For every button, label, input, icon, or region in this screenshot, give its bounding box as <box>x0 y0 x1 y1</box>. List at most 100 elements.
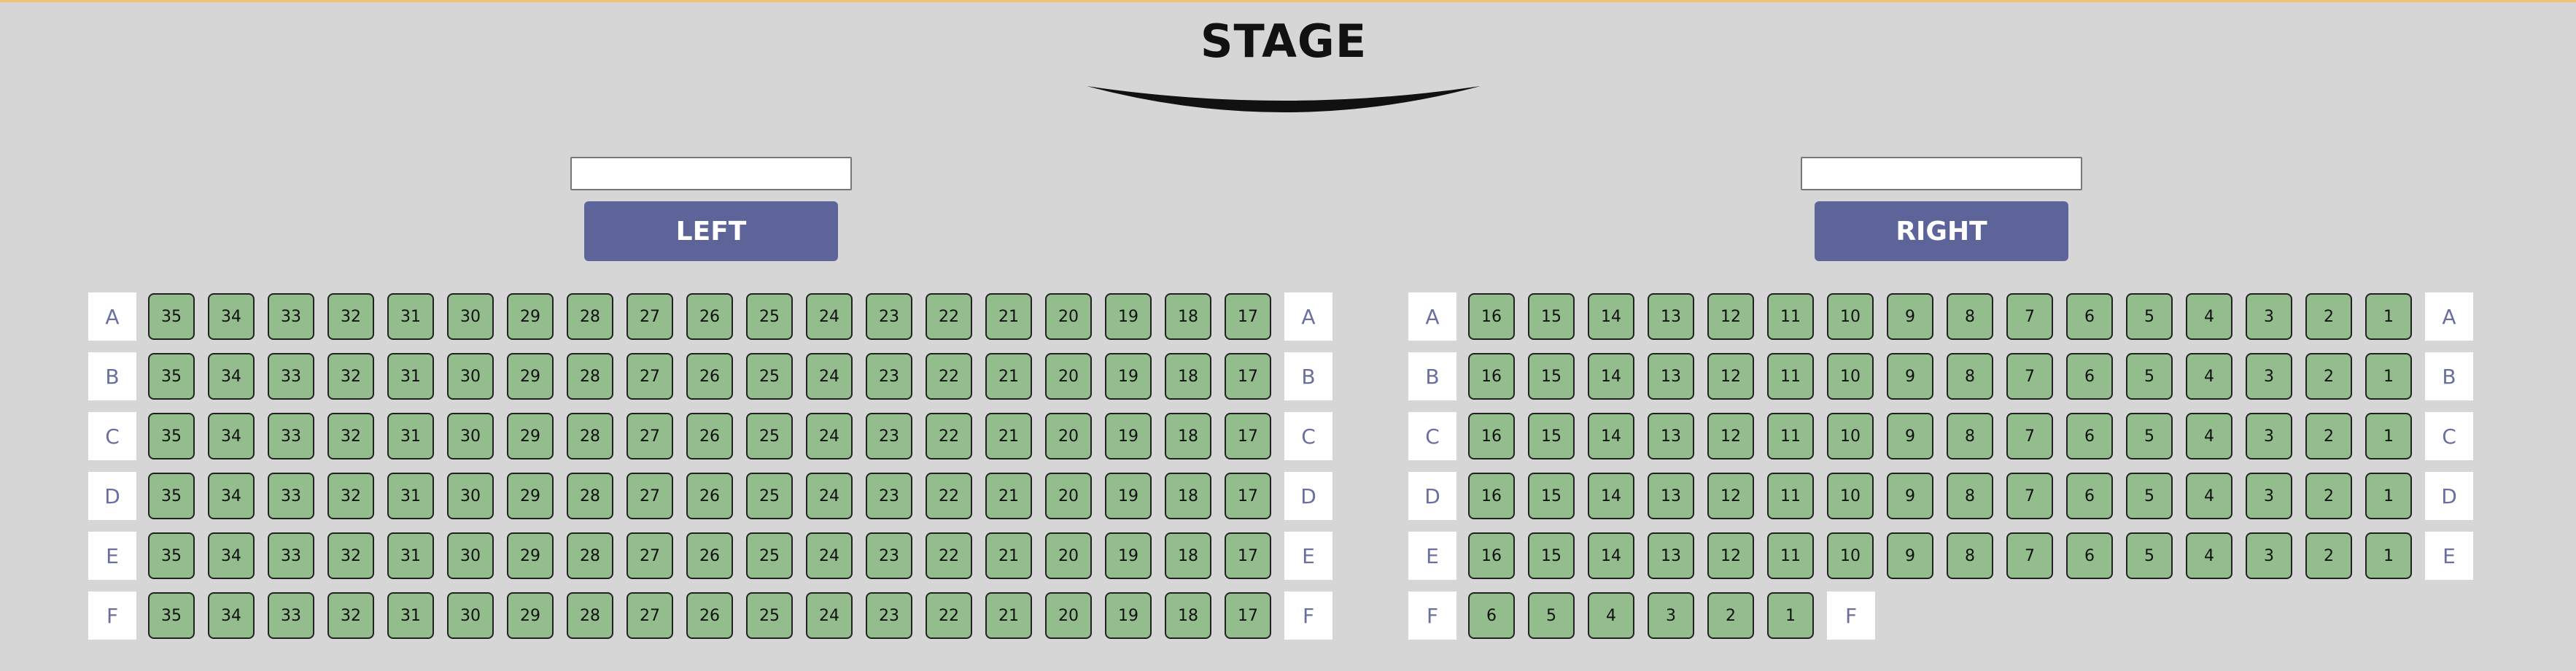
right-section-button[interactable]: RIGHT <box>1815 201 2068 261</box>
seat-f-30[interactable]: 30 <box>447 592 494 639</box>
seat-d-27[interactable]: 27 <box>626 473 673 519</box>
seat-d-14[interactable]: 14 <box>1588 473 1634 519</box>
seat-e-2[interactable]: 2 <box>2305 532 2352 579</box>
seat-e-14[interactable]: 14 <box>1588 532 1634 579</box>
seat-a-30[interactable]: 30 <box>447 293 494 340</box>
seat-e-17[interactable]: 17 <box>1225 532 1271 579</box>
seat-c-33[interactable]: 33 <box>268 413 314 459</box>
seat-d-26[interactable]: 26 <box>686 473 733 519</box>
seat-e-33[interactable]: 33 <box>268 532 314 579</box>
seat-f-32[interactable]: 32 <box>327 592 374 639</box>
seat-a-7[interactable]: 7 <box>2006 293 2053 340</box>
seat-e-29[interactable]: 29 <box>507 532 554 579</box>
seat-d-21[interactable]: 21 <box>985 473 1032 519</box>
seat-c-1[interactable]: 1 <box>2365 413 2412 459</box>
seat-b-17[interactable]: 17 <box>1225 353 1271 400</box>
seat-a-10[interactable]: 10 <box>1827 293 1874 340</box>
seat-c-35[interactable]: 35 <box>148 413 195 459</box>
seat-b-31[interactable]: 31 <box>387 353 434 400</box>
seat-d-23[interactable]: 23 <box>866 473 912 519</box>
seat-f-28[interactable]: 28 <box>567 592 613 639</box>
seat-f-2[interactable]: 2 <box>1707 592 1754 639</box>
seat-e-13[interactable]: 13 <box>1648 532 1694 579</box>
seat-b-30[interactable]: 30 <box>447 353 494 400</box>
seat-c-28[interactable]: 28 <box>567 413 613 459</box>
seat-e-31[interactable]: 31 <box>387 532 434 579</box>
seat-d-2[interactable]: 2 <box>2305 473 2352 519</box>
seat-a-31[interactable]: 31 <box>387 293 434 340</box>
seat-a-24[interactable]: 24 <box>806 293 853 340</box>
seat-c-22[interactable]: 22 <box>926 413 972 459</box>
seat-b-12[interactable]: 12 <box>1707 353 1754 400</box>
seat-b-25[interactable]: 25 <box>746 353 793 400</box>
seat-b-1[interactable]: 1 <box>2365 353 2412 400</box>
seat-c-20[interactable]: 20 <box>1045 413 1092 459</box>
seat-a-3[interactable]: 3 <box>2246 293 2292 340</box>
seat-e-35[interactable]: 35 <box>148 532 195 579</box>
seat-a-1[interactable]: 1 <box>2365 293 2412 340</box>
seat-c-32[interactable]: 32 <box>327 413 374 459</box>
seat-a-25[interactable]: 25 <box>746 293 793 340</box>
seat-e-30[interactable]: 30 <box>447 532 494 579</box>
seat-a-27[interactable]: 27 <box>626 293 673 340</box>
seat-e-26[interactable]: 26 <box>686 532 733 579</box>
seat-e-34[interactable]: 34 <box>208 532 255 579</box>
seat-a-35[interactable]: 35 <box>148 293 195 340</box>
seat-d-3[interactable]: 3 <box>2246 473 2292 519</box>
seat-c-4[interactable]: 4 <box>2186 413 2232 459</box>
seat-c-13[interactable]: 13 <box>1648 413 1694 459</box>
seat-e-9[interactable]: 9 <box>1887 532 1933 579</box>
seat-b-4[interactable]: 4 <box>2186 353 2232 400</box>
seat-c-14[interactable]: 14 <box>1588 413 1634 459</box>
seat-d-33[interactable]: 33 <box>268 473 314 519</box>
seat-f-1[interactable]: 1 <box>1767 592 1814 639</box>
seat-e-24[interactable]: 24 <box>806 532 853 579</box>
seat-b-18[interactable]: 18 <box>1165 353 1211 400</box>
seat-f-17[interactable]: 17 <box>1225 592 1271 639</box>
seat-a-28[interactable]: 28 <box>567 293 613 340</box>
seat-d-34[interactable]: 34 <box>208 473 255 519</box>
seat-d-24[interactable]: 24 <box>806 473 853 519</box>
seat-b-10[interactable]: 10 <box>1827 353 1874 400</box>
left-section-input[interactable] <box>570 157 852 190</box>
seat-d-17[interactable]: 17 <box>1225 473 1271 519</box>
seat-b-6[interactable]: 6 <box>2066 353 2113 400</box>
seat-c-5[interactable]: 5 <box>2126 413 2173 459</box>
seat-b-3[interactable]: 3 <box>2246 353 2292 400</box>
seat-a-19[interactable]: 19 <box>1105 293 1152 340</box>
seat-e-28[interactable]: 28 <box>567 532 613 579</box>
seat-c-9[interactable]: 9 <box>1887 413 1933 459</box>
seat-c-18[interactable]: 18 <box>1165 413 1211 459</box>
seat-c-30[interactable]: 30 <box>447 413 494 459</box>
seat-e-22[interactable]: 22 <box>926 532 972 579</box>
seat-b-13[interactable]: 13 <box>1648 353 1694 400</box>
seat-f-21[interactable]: 21 <box>985 592 1032 639</box>
seat-b-22[interactable]: 22 <box>926 353 972 400</box>
seat-b-34[interactable]: 34 <box>208 353 255 400</box>
seat-a-32[interactable]: 32 <box>327 293 374 340</box>
seat-d-10[interactable]: 10 <box>1827 473 1874 519</box>
seat-f-5[interactable]: 5 <box>1528 592 1575 639</box>
seat-d-12[interactable]: 12 <box>1707 473 1754 519</box>
seat-c-2[interactable]: 2 <box>2305 413 2352 459</box>
seat-c-26[interactable]: 26 <box>686 413 733 459</box>
seat-a-22[interactable]: 22 <box>926 293 972 340</box>
seat-f-18[interactable]: 18 <box>1165 592 1211 639</box>
right-section-input[interactable] <box>1801 157 2082 190</box>
seat-f-22[interactable]: 22 <box>926 592 972 639</box>
seat-e-1[interactable]: 1 <box>2365 532 2412 579</box>
seat-d-11[interactable]: 11 <box>1767 473 1814 519</box>
seat-c-3[interactable]: 3 <box>2246 413 2292 459</box>
seat-d-29[interactable]: 29 <box>507 473 554 519</box>
seat-d-5[interactable]: 5 <box>2126 473 2173 519</box>
seat-d-35[interactable]: 35 <box>148 473 195 519</box>
seat-d-31[interactable]: 31 <box>387 473 434 519</box>
seat-f-23[interactable]: 23 <box>866 592 912 639</box>
seat-b-9[interactable]: 9 <box>1887 353 1933 400</box>
seat-e-4[interactable]: 4 <box>2186 532 2232 579</box>
seat-c-27[interactable]: 27 <box>626 413 673 459</box>
seat-c-25[interactable]: 25 <box>746 413 793 459</box>
seat-c-16[interactable]: 16 <box>1468 413 1515 459</box>
seat-d-32[interactable]: 32 <box>327 473 374 519</box>
seat-f-35[interactable]: 35 <box>148 592 195 639</box>
